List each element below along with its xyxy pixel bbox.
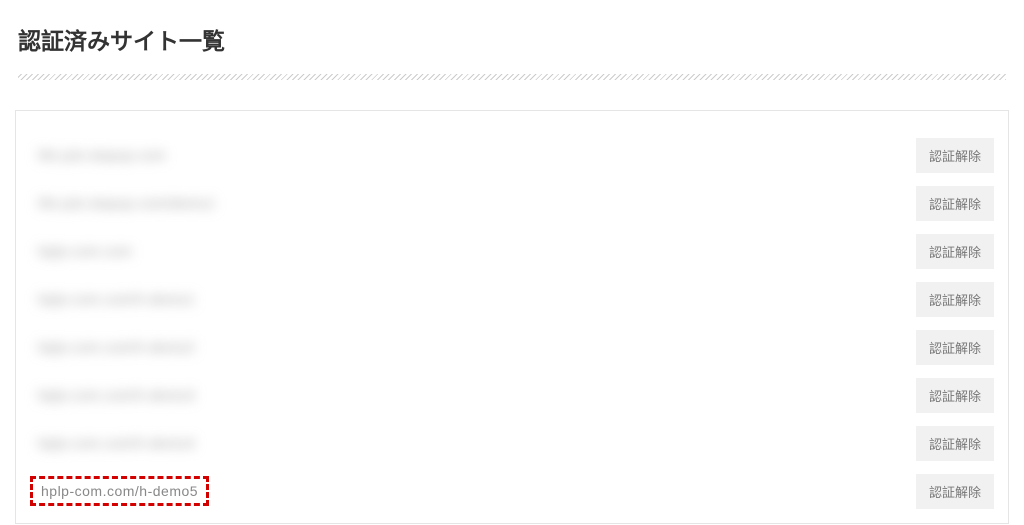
site-row: hplp-com.com/h-demo4 認証解除 xyxy=(30,419,994,467)
hatched-divider xyxy=(18,74,1006,80)
revoke-button[interactable]: 認証解除 xyxy=(916,330,994,365)
site-row: life-job-stepup.com/demo1 認証解除 xyxy=(30,179,994,227)
revoke-button[interactable]: 認証解除 xyxy=(916,378,994,413)
site-url-label: hplp-com.com xyxy=(30,237,140,265)
site-url-label: life-job-stepup.com xyxy=(30,141,174,169)
site-row: hplp-com.com/h-demo2 認証解除 xyxy=(30,323,994,371)
site-url-label: hplp-com.com/h-demo1 xyxy=(30,285,203,313)
verified-sites-panel: life-job-stepup.com認証解除life-job-stepup.c… xyxy=(15,110,1009,524)
site-row: hplp-com.com 認証解除 xyxy=(30,227,994,275)
site-url-label: life-job-stepup.com/demo1 xyxy=(30,189,223,217)
revoke-button[interactable]: 認証解除 xyxy=(916,138,994,173)
site-row: life-job-stepup.com 認証解除 xyxy=(30,131,994,179)
revoke-button[interactable]: 認証解除 xyxy=(916,474,994,509)
revoke-button[interactable]: 認証解除 xyxy=(916,426,994,461)
revoke-button[interactable]: 認証解除 xyxy=(916,234,994,269)
revoke-button[interactable]: 認証解除 xyxy=(916,282,994,317)
site-row: hplp-com.com/h-demo5 認証解除 xyxy=(30,467,994,515)
site-url-label: hplp-com.com/h-demo2 xyxy=(30,333,203,361)
page-title: 認証済みサイト一覧 xyxy=(0,0,1024,74)
site-url-label: hplp-com.com/h-demo3 xyxy=(30,381,203,409)
site-row: hplp-com.com/h-demo1 認証解除 xyxy=(30,275,994,323)
revoke-button[interactable]: 認証解除 xyxy=(916,186,994,221)
site-url-label: hplp-com.com/h-demo4 xyxy=(30,429,203,457)
site-row: hplp-com.com/h-demo3 認証解除 xyxy=(30,371,994,419)
site-url-label: hplp-com.com/h-demo5 xyxy=(30,476,209,506)
site-list: life-job-stepup.com認証解除life-job-stepup.c… xyxy=(30,131,994,515)
